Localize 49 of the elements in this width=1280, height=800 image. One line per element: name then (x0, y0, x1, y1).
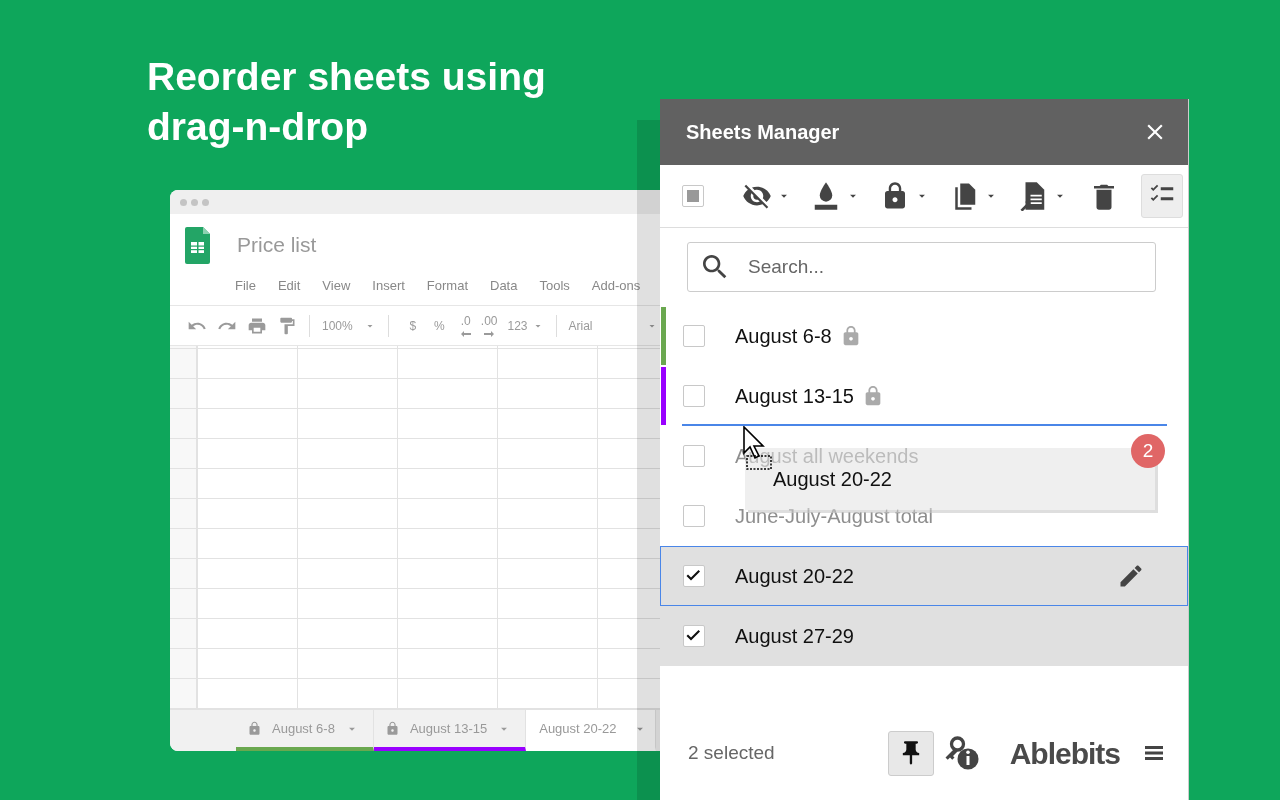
sheet-tab[interactable]: August 13-15 (373, 710, 527, 751)
sheet-name[interactable]: June-July-August total (735, 501, 933, 531)
menu-item[interactable]: Format (426, 276, 479, 296)
currency-button[interactable]: $ (407, 316, 419, 335)
window-dot-icon (180, 198, 187, 206)
sheet-tab[interactable]: August 6-8 (236, 710, 374, 751)
checklist-button[interactable] (1141, 174, 1183, 218)
sheet-row[interactable]: August 20-22 (660, 546, 1188, 606)
brand-logo: Ablebits (1009, 735, 1120, 772)
document-title[interactable]: Price list (237, 229, 317, 261)
checkbox[interactable] (683, 445, 705, 467)
sheet-name: August 27-29 (735, 624, 854, 649)
zoom-dropdown[interactable]: 100% (319, 316, 379, 335)
spreadsheet-logo-icon (185, 226, 210, 264)
menu-item[interactable]: View (322, 276, 362, 296)
decrease-decimal-button[interactable]: .0 (458, 314, 473, 337)
menu-item[interactable]: Add-ons (591, 276, 652, 296)
sheet-name[interactable]: August 13-15 (735, 381, 854, 411)
sheet-name: August 20-22 (735, 564, 854, 589)
menu-item[interactable]: Tools (539, 276, 581, 296)
window-dot-icon (191, 198, 198, 206)
select-all-checkbox[interactable] (682, 185, 704, 207)
checkbox[interactable] (683, 385, 705, 407)
increase-decimal-button[interactable]: .00 (478, 314, 500, 337)
headline: Reorder sheets using drag-n-drop (147, 54, 547, 150)
font-dropdown[interactable]: Arial (566, 316, 660, 335)
menu-item[interactable]: Insert (372, 276, 416, 296)
panel-title: Sheets Manager (686, 120, 840, 145)
search-field[interactable]: Search... (687, 242, 1156, 292)
paint-format-icon[interactable] (277, 315, 297, 336)
checkbox[interactable] (683, 565, 705, 587)
window-dot-icon (202, 198, 209, 206)
percent-button[interactable]: % (432, 316, 447, 335)
left-arrow-icon (460, 330, 471, 337)
pin-button[interactable] (887, 730, 934, 776)
dragged-sheet-name: August 20-22 (773, 467, 892, 492)
menu-item[interactable]: Data (490, 276, 529, 296)
menu-item[interactable]: Edit (277, 276, 312, 296)
sheet-row[interactable]: August 27-29 (660, 606, 1188, 666)
key-info-icon[interactable] (943, 735, 980, 771)
right-arrow-icon (484, 330, 495, 337)
checkbox[interactable] (683, 505, 705, 527)
menu-item[interactable]: File (235, 276, 267, 296)
sheet-name[interactable]: August 6-8 (735, 321, 832, 351)
checkbox[interactable] (683, 625, 705, 647)
sheet-tab[interactable]: August 20-22 (526, 710, 656, 751)
number-format-dropdown[interactable]: 123 (505, 316, 546, 335)
checkbox[interactable] (683, 325, 705, 347)
selection-count: 2 selected (688, 740, 776, 765)
